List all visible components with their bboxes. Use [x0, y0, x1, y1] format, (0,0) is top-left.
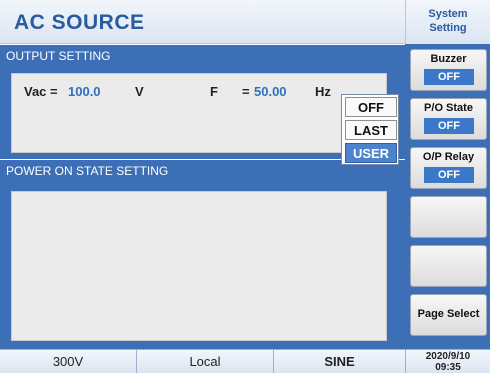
app-title: AC SOURCE — [14, 11, 145, 34]
op-relay-button[interactable]: O/P Relay OFF — [410, 147, 487, 189]
ac-source-screen: AC SOURCE OUTPUT SETTING Vac = 100.0 V F… — [0, 0, 490, 373]
clock-date: 2020/9/10 — [425, 351, 471, 362]
status-range: 300V — [0, 350, 137, 373]
buzzer-value: OFF — [424, 69, 474, 85]
vac-unit: V — [135, 84, 144, 99]
sidebar-title: System Setting — [405, 0, 490, 44]
page-select-label: Page Select — [417, 308, 480, 320]
po-state-label: P/O State — [424, 102, 473, 114]
soft-key-5[interactable] — [410, 245, 487, 287]
vac-value[interactable]: 100.0 — [68, 84, 101, 99]
soft-key-sidebar: System Setting Buzzer OFF P/O State OFF … — [405, 0, 490, 373]
option-last[interactable]: LAST — [345, 120, 397, 140]
sidebar-title-line1: System — [428, 8, 468, 20]
page-select-button[interactable]: Page Select — [410, 294, 487, 336]
freq-value[interactable]: 50.00 — [254, 84, 287, 99]
status-bar: 300V Local SINE — [0, 349, 405, 373]
freq-equals: = — [242, 84, 250, 99]
power-on-state-box — [11, 191, 387, 341]
freq-label: F — [210, 84, 218, 99]
clock: 2020/9/10 09:35 — [405, 349, 490, 373]
buzzer-button[interactable]: Buzzer OFF — [410, 49, 487, 91]
freq-unit: Hz — [315, 84, 331, 99]
option-user[interactable]: USER — [345, 143, 397, 163]
clock-time: 09:35 — [435, 362, 461, 373]
buzzer-label: Buzzer — [430, 53, 467, 65]
sidebar-title-line2: Setting — [429, 22, 467, 34]
op-relay-value: OFF — [424, 167, 474, 183]
status-waveform: SINE — [324, 354, 355, 369]
vac-label: Vac = — [24, 84, 58, 99]
po-state-value: OFF — [424, 118, 474, 134]
soft-key-4[interactable] — [410, 196, 487, 238]
title-bar: AC SOURCE — [0, 0, 405, 44]
op-relay-label: O/P Relay — [422, 151, 475, 163]
status-mode: Local — [137, 350, 274, 373]
power-on-option-list: OFF LAST USER — [341, 94, 399, 165]
option-off[interactable]: OFF — [345, 97, 397, 117]
output-setting-header: OUTPUT SETTING — [0, 45, 405, 67]
po-state-button[interactable]: P/O State OFF — [410, 98, 487, 140]
